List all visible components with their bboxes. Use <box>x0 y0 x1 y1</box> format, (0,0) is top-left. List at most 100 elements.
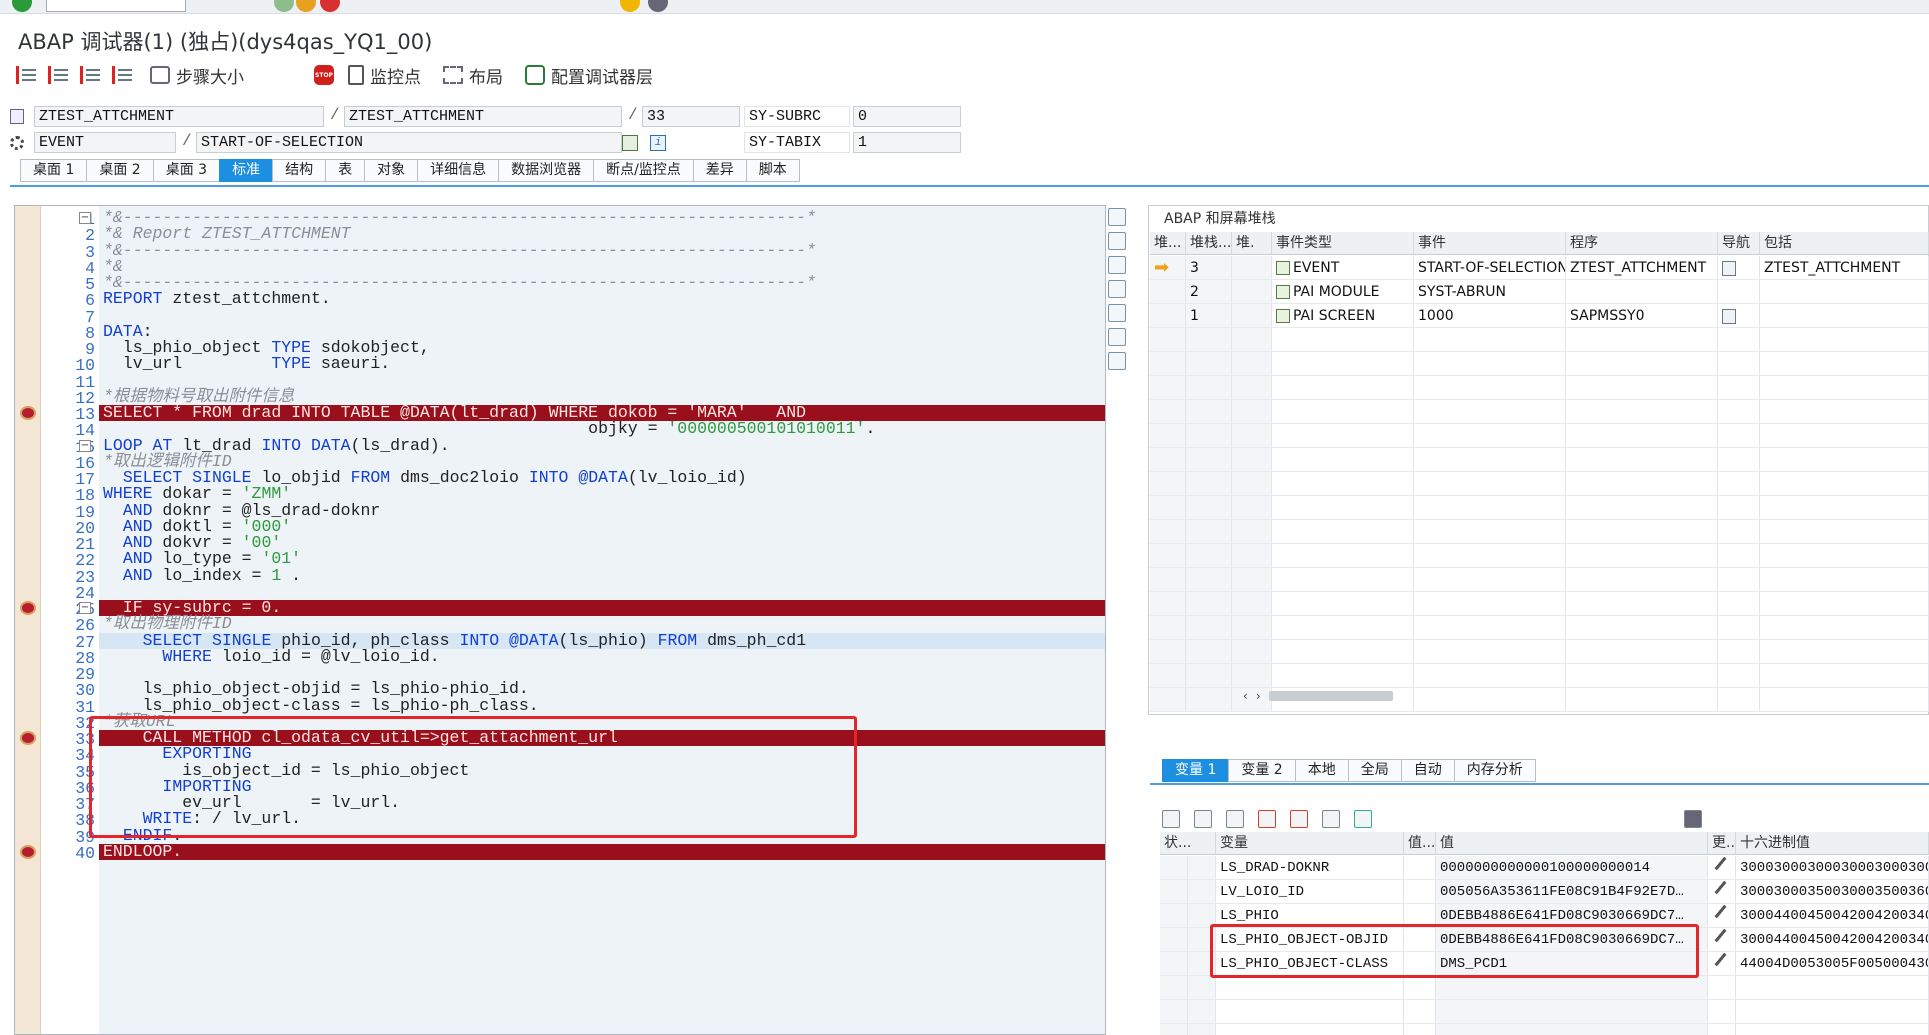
stack-cell[interactable] <box>1718 304 1760 328</box>
stack-cell[interactable] <box>1232 304 1272 328</box>
variables-header-5[interactable]: 十六进制值 <box>1736 832 1929 855</box>
transfer-icon[interactable] <box>1322 810 1340 828</box>
tab-variables-1[interactable]: 变量 2 <box>1228 758 1295 782</box>
code-line[interactable]: AND lo_index = 1 . <box>99 567 1105 584</box>
code-line[interactable] <box>99 308 1105 324</box>
continue-icon[interactable] <box>112 66 134 84</box>
stack-header-4[interactable]: 事件 <box>1414 232 1566 255</box>
stack-cell[interactable]: 2 <box>1186 280 1232 304</box>
variables-header-3[interactable]: 值 <box>1436 832 1708 855</box>
tab-desk-8[interactable]: 数据浏览器 <box>498 159 594 182</box>
stack-cell[interactable]: 3 <box>1186 256 1232 280</box>
variable-cell[interactable] <box>1404 880 1436 904</box>
stack-header-0[interactable]: 堆... <box>1150 232 1186 255</box>
breakpoint-icon[interactable] <box>20 845 36 859</box>
stack-header-5[interactable]: 程序 <box>1566 232 1718 255</box>
sysubrc-value[interactable]: 0 <box>853 106 961 127</box>
code-line[interactable]: AND lo_type = '01' <box>99 550 1105 567</box>
edit-pencil-icon[interactable] <box>1712 952 1728 968</box>
stack-cell[interactable] <box>1150 280 1186 304</box>
stack-cell[interactable] <box>1718 256 1760 280</box>
variable-cell[interactable]: 44004D0053005F005000430044003100 <box>1736 952 1929 976</box>
include-field[interactable]: ZTEST_ATTCHMENT <box>344 106 622 127</box>
stack-cell[interactable]: SAPMSSY0 <box>1566 304 1718 328</box>
stack-cell[interactable]: ZTEST_ATTCHMENT <box>1566 256 1718 280</box>
program-field[interactable]: ZTEST_ATTCHMENT <box>34 106 324 127</box>
tab-desk-5[interactable]: 表 <box>325 159 365 182</box>
code-line[interactable]: *& Report ZTEST_ATTCHMENT <box>99 225 1105 242</box>
help-icon[interactable] <box>620 0 640 12</box>
save-icon[interactable] <box>1684 810 1702 828</box>
scroll-left-icon[interactable]: ‹ <box>1243 689 1248 703</box>
stack-cell[interactable] <box>1232 280 1272 304</box>
info-icon[interactable]: i <box>650 135 666 151</box>
swap-icon[interactable] <box>1108 328 1126 346</box>
configure-layers-button[interactable]: 配置调试器层 <box>519 62 659 88</box>
stack-cell[interactable]: 1 <box>1186 304 1232 328</box>
tab-desk-3[interactable]: 标准 <box>219 159 273 182</box>
stack-scrollbar[interactable]: ‹ › <box>1243 689 1393 703</box>
variable-cell[interactable] <box>1160 880 1188 904</box>
replace-tool-icon[interactable] <box>1108 256 1126 274</box>
stack-cell[interactable] <box>1760 304 1929 328</box>
variable-cell[interactable] <box>1708 856 1736 880</box>
variable-cell[interactable] <box>1160 952 1188 976</box>
variables-header-4[interactable]: 更... <box>1708 832 1736 855</box>
fold-toggle-icon[interactable]: − <box>79 602 91 614</box>
delete-icon[interactable] <box>1162 810 1180 828</box>
insert-icon[interactable] <box>1194 810 1212 828</box>
code-line[interactable]: WHERE dokar = 'ZMM' <box>99 485 1105 502</box>
remove-icon[interactable] <box>1258 810 1276 828</box>
code-line[interactable]: lv_url TYPE saeuri. <box>99 355 1105 372</box>
stack-cell[interactable] <box>1718 280 1760 304</box>
stack-header-2[interactable]: 堆. <box>1232 232 1272 255</box>
variable-cell[interactable] <box>1188 880 1216 904</box>
edit-pencil-icon[interactable] <box>1712 904 1728 920</box>
display-icon[interactable] <box>1108 208 1126 226</box>
copy-icon[interactable] <box>1226 810 1244 828</box>
tab-desk-9[interactable]: 断点/监控点 <box>593 159 693 182</box>
variable-cell[interactable] <box>1708 952 1736 976</box>
tab-desk-6[interactable]: 对象 <box>364 159 418 182</box>
fold-toggle-icon[interactable]: − <box>79 212 91 224</box>
navigate-icon[interactable] <box>1722 260 1736 276</box>
code-area[interactable]: *&--------------------------------------… <box>99 206 1105 1034</box>
variable-cell[interactable] <box>1404 856 1436 880</box>
cancel-icon[interactable] <box>320 0 340 12</box>
line-field[interactable]: 33 <box>642 106 740 127</box>
export-icon[interactable] <box>1354 810 1372 828</box>
variable-cell[interactable]: 30004400450042004200340038003800 <box>1736 904 1929 928</box>
stack-header-6[interactable]: 导航 <box>1718 232 1760 255</box>
tab-desk-10[interactable]: 差异 <box>692 159 746 182</box>
code-line[interactable]: objky = '000000500101010011'. <box>99 420 1105 437</box>
variable-cell[interactable] <box>1708 880 1736 904</box>
event-name-field[interactable]: START-OF-SELECTION <box>196 132 622 153</box>
tab-variables-0[interactable]: 变量 1 <box>1162 758 1229 782</box>
stack-header-7[interactable]: 包括 <box>1760 232 1929 255</box>
navigate-icon[interactable] <box>1722 308 1736 324</box>
code-line[interactable]: REPORT ztest_attchment. <box>99 290 1105 307</box>
stack-cell[interactable] <box>1232 256 1272 280</box>
tab-variables-5[interactable]: 内存分析 <box>1453 758 1536 782</box>
variable-cell[interactable]: 0000000000000100000000014 <box>1436 856 1708 880</box>
variables-header-1[interactable]: 变量 <box>1216 832 1404 855</box>
tab-desk-7[interactable]: 详细信息 <box>417 159 499 182</box>
stack-cell[interactable]: PAI MODULE <box>1272 280 1414 304</box>
variable-cell[interactable] <box>1160 928 1188 952</box>
settings-icon[interactable] <box>648 0 668 12</box>
code-line[interactable]: IF sy-subrc = 0. <box>99 599 1105 617</box>
variables-header-2[interactable]: 值... <box>1404 832 1436 855</box>
scroll-right-icon[interactable]: › <box>1256 689 1261 703</box>
tab-desk-2[interactable]: 桌面 3 <box>152 159 220 182</box>
variables-header-0[interactable]: 状... <box>1160 832 1216 855</box>
edit-pencil-icon[interactable] <box>1712 856 1728 872</box>
edit-pencil-icon[interactable] <box>1712 880 1728 896</box>
stack-cell[interactable] <box>1566 280 1718 304</box>
exit-icon[interactable] <box>296 0 316 12</box>
tab-variables-4[interactable]: 自动 <box>1400 758 1454 782</box>
variable-cell[interactable]: 30004400450042004200340038003800 <box>1736 928 1929 952</box>
stack-cell[interactable]: EVENT <box>1272 256 1414 280</box>
code-line[interactable]: ls_phio_object-objid = ls_phio-phio_id. <box>99 680 1105 697</box>
tab-variables-2[interactable]: 本地 <box>1294 758 1348 782</box>
variable-cell[interactable]: 30003000350030003500360041003300 <box>1736 880 1929 904</box>
